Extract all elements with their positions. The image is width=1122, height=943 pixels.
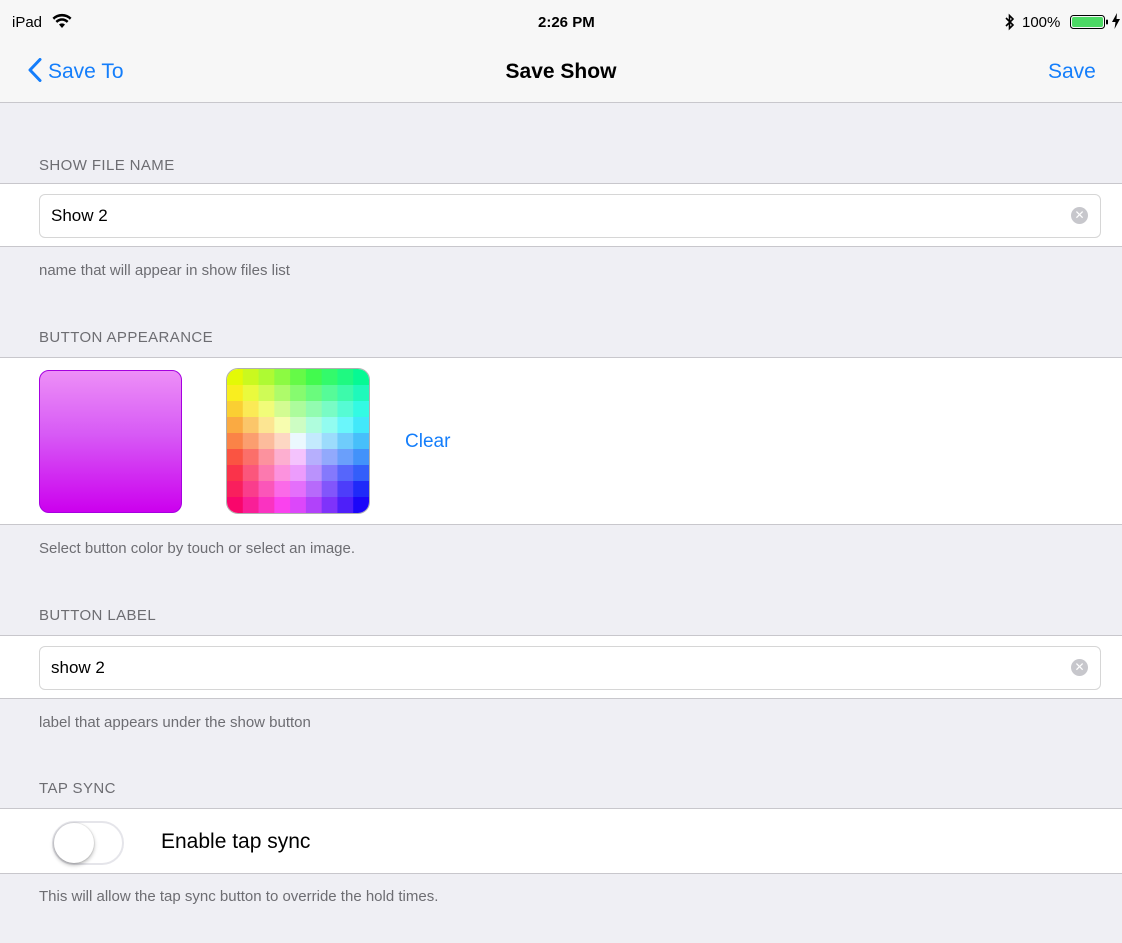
page-title: Save Show [505, 60, 617, 83]
section-header-appearance: BUTTON APPEARANCE [39, 329, 214, 346]
button-color-swatch[interactable] [39, 370, 182, 513]
section-footer-file-name: name that will appear in show files list [39, 262, 290, 279]
section-header-tap-sync: TAP SYNC [39, 780, 116, 797]
tap-sync-label: Enable tap sync [161, 830, 311, 853]
section-header-file-name: SHOW FILE NAME [39, 157, 175, 174]
battery-percent: 100% [1022, 14, 1061, 31]
bluetooth-icon [1004, 13, 1016, 36]
clear-appearance-button[interactable]: Clear [405, 431, 450, 453]
toggle-knob [54, 823, 94, 863]
save-button[interactable]: Save [1048, 59, 1096, 85]
clear-text-icon[interactable]: ✕ [1071, 659, 1088, 676]
battery-icon [1070, 15, 1110, 34]
file-name-cell: Show 2 ✕ [0, 183, 1122, 247]
image-picker-icon[interactable] [226, 368, 370, 514]
clear-text-icon[interactable]: ✕ [1071, 207, 1088, 224]
tap-sync-toggle[interactable] [52, 821, 124, 865]
device-label: iPad [12, 14, 43, 31]
status-time: 2:26 PM [538, 14, 595, 31]
button-label-field[interactable]: show 2 ✕ [39, 646, 1101, 690]
section-footer-appearance: Select button color by touch or select a… [39, 540, 356, 557]
section-footer-tap-sync: This will allow the tap sync button to o… [39, 888, 439, 905]
show-file-name-value: Show 2 [51, 206, 108, 225]
navigation-bar: Save To Save Show Save [0, 44, 1122, 103]
charging-icon [1112, 13, 1120, 34]
wifi-icon [52, 13, 72, 34]
button-label-value: show 2 [51, 658, 105, 677]
button-label-cell: show 2 ✕ [0, 635, 1122, 699]
section-footer-button-label: label that appears under the show button [39, 714, 311, 731]
section-header-button-label: BUTTON LABEL [39, 607, 157, 624]
status-bar: iPad 2:26 PM 100% [0, 0, 1122, 44]
show-file-name-field[interactable]: Show 2 ✕ [39, 194, 1101, 238]
